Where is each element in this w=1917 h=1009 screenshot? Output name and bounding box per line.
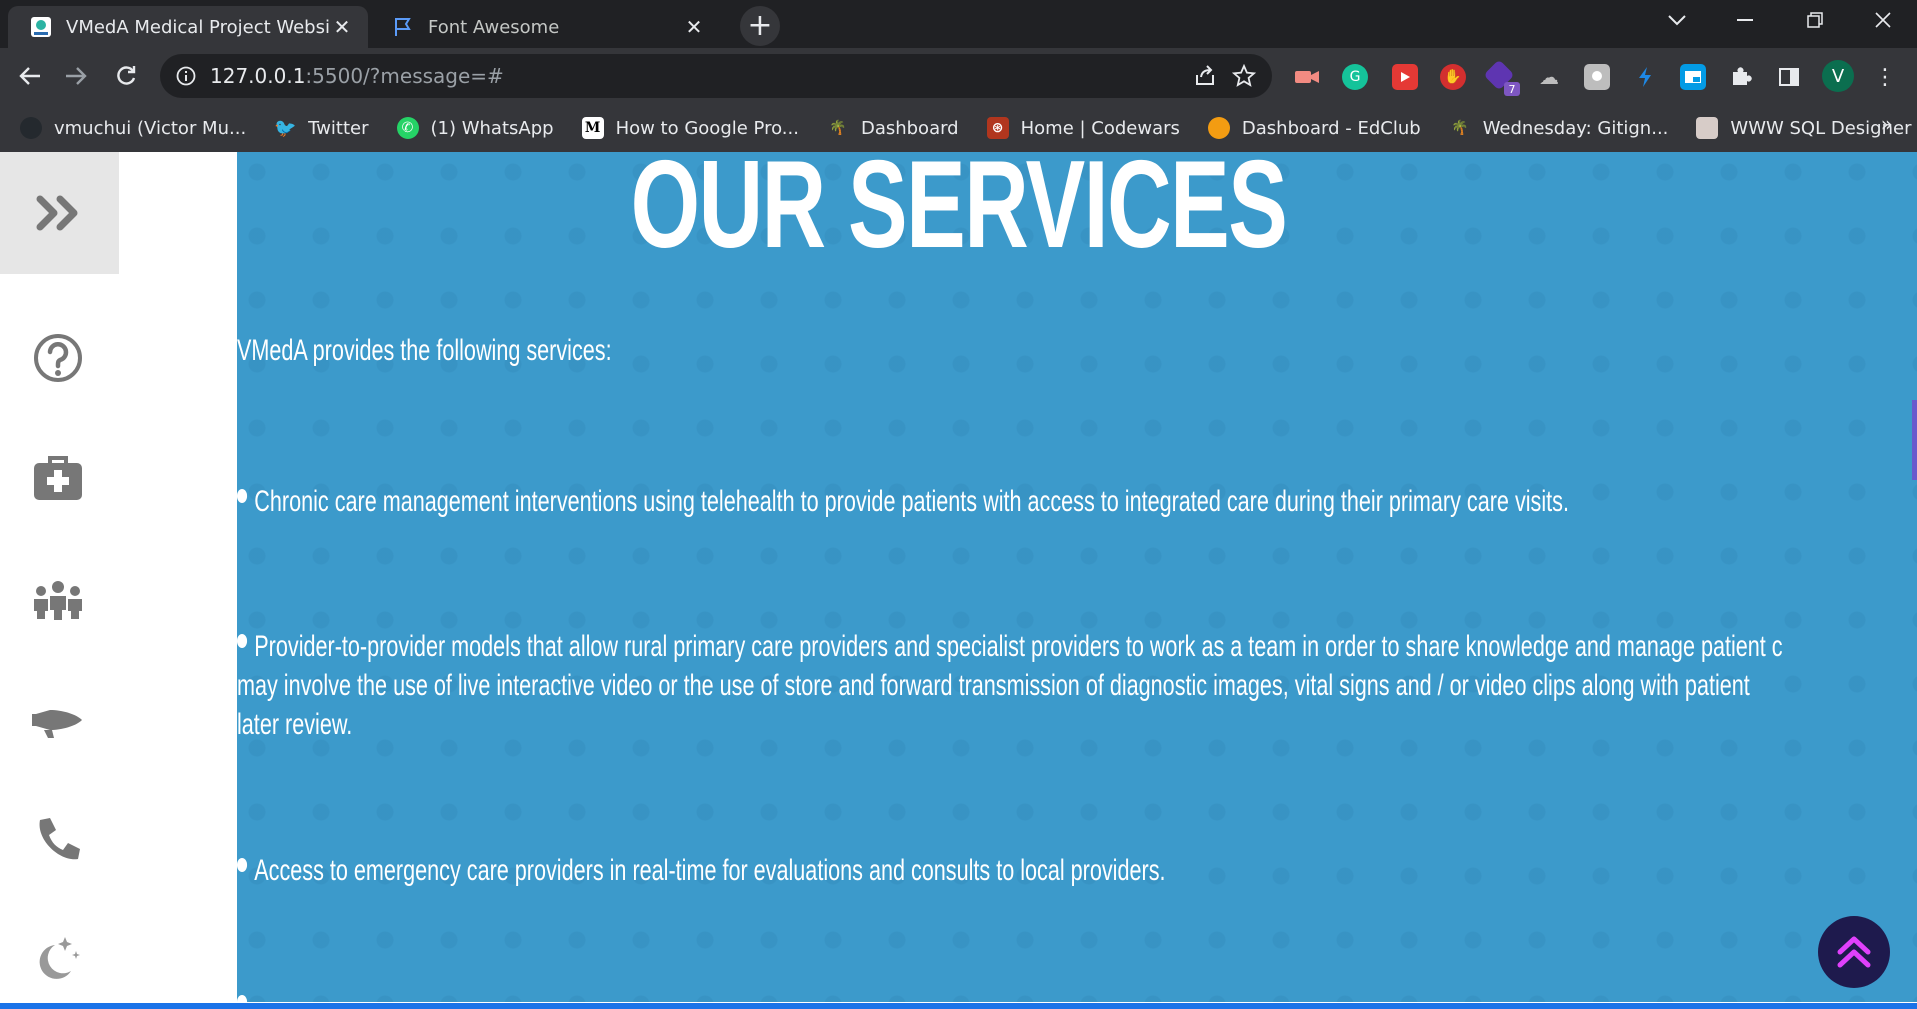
- bookmarks-bar: vmuchui (Victor Mu... 🐦 Twitter ✆ (1) Wh…: [0, 104, 1917, 152]
- question-circle-icon[interactable]: [30, 330, 86, 386]
- moon-stars-icon[interactable]: [30, 930, 86, 986]
- palm-icon: 🌴: [1450, 120, 1469, 136]
- medium-icon: M: [581, 117, 604, 139]
- sidebar: [0, 152, 237, 1009]
- bookmarks-overflow-button[interactable]: »: [1881, 112, 1893, 136]
- list-item: Access to emergency care providers in re…: [237, 851, 1166, 891]
- address-bar[interactable]: 127.0.0.1:5500/?message=#: [160, 54, 1272, 98]
- bookmark-label: Wednesday: Gitign...: [1482, 117, 1669, 139]
- window-close-icon[interactable]: [1858, 0, 1908, 40]
- sql-designer-icon: [1696, 117, 1719, 139]
- bookmark-label: How to Google Pro...: [615, 117, 799, 139]
- page-scrollbar-thumb[interactable]: [1912, 400, 1917, 480]
- service-text: Access to emergency care providers in re…: [254, 854, 1166, 887]
- bookmark-codewars[interactable]: ⊛ Home | Codewars: [986, 117, 1180, 139]
- service-text: Provider-to-provider models that allow r…: [254, 630, 1783, 663]
- ghost-extension-icon[interactable]: [1584, 64, 1610, 90]
- double-chevron-up-icon: [1837, 936, 1871, 968]
- service-text: later review.: [237, 708, 353, 741]
- tab-title: VMedA Medical Project Website: [66, 16, 330, 38]
- users-icon[interactable]: [30, 572, 86, 628]
- megaphone-icon[interactable]: [30, 692, 86, 748]
- tab-title: Font Awesome: [428, 16, 560, 38]
- bullet-icon: [237, 858, 248, 872]
- restore-icon[interactable]: [1790, 0, 1840, 40]
- codewars-icon: ⊛: [986, 117, 1009, 139]
- tab-font-awesome[interactable]: Font Awesome ✕: [370, 6, 720, 48]
- double-chevron-right-icon: [36, 195, 77, 231]
- tab-strip: VMedA Medical Project Website ✕ Font Awe…: [0, 0, 1917, 48]
- list-item-continuation: may involve the use of live interactive …: [237, 666, 1750, 706]
- bookmark-edclub[interactable]: Dashboard - EdClub: [1207, 117, 1421, 139]
- page-title: OUR SERVICES: [630, 152, 1288, 274]
- bookmark-label: Dashboard - EdClub: [1241, 117, 1421, 139]
- bookmark-github[interactable]: vmuchui (Victor Mu...: [20, 117, 246, 139]
- reload-icon[interactable]: [106, 56, 146, 96]
- bookmark-gitignore[interactable]: 🌴 Wednesday: Gitign...: [1449, 117, 1669, 139]
- bookmark-label: (1) WhatsApp: [430, 117, 554, 139]
- vmeda-favicon-icon: [31, 17, 51, 37]
- site-info-icon[interactable]: [176, 66, 196, 86]
- bookmark-whatsapp[interactable]: ✆ (1) WhatsApp: [396, 117, 554, 139]
- adblock-hand-icon[interactable]: ✋: [1440, 64, 1466, 90]
- list-item: Chronic care management interventions us…: [237, 482, 1569, 522]
- minimize-icon[interactable]: [1720, 0, 1770, 40]
- bookmark-label: Dashboard: [860, 117, 959, 139]
- list-item-continuation: later review.: [237, 705, 352, 745]
- edclub-icon: [1207, 117, 1230, 139]
- browser-menu-icon[interactable]: ⋮: [1872, 64, 1898, 90]
- extensions-puzzle-icon[interactable]: [1728, 64, 1754, 90]
- tab-search-chevron-icon[interactable]: [1652, 0, 1702, 40]
- phone-icon[interactable]: [30, 812, 86, 868]
- extension-badge: 7: [1504, 82, 1520, 96]
- close-tab-icon[interactable]: ✕: [682, 15, 706, 39]
- palm-icon: 🌴: [829, 120, 847, 136]
- bookmark-label: Twitter: [308, 117, 369, 139]
- bookmark-dashboard[interactable]: 🌴 Dashboard: [827, 117, 959, 139]
- list-item: Provider-to-provider models that allow r…: [237, 627, 1783, 667]
- forward-arrow-icon[interactable]: [56, 56, 96, 96]
- bullet-icon: [237, 995, 248, 1002]
- tab-vmeda[interactable]: VMedA Medical Project Website ✕: [8, 6, 368, 48]
- service-text: may involve the use of live interactive …: [237, 669, 1750, 702]
- bullet-icon: [237, 634, 248, 648]
- github-icon: [20, 117, 42, 139]
- taskbar-edge: [0, 1003, 1917, 1009]
- back-arrow-icon[interactable]: [10, 56, 50, 96]
- flag-icon: [395, 18, 411, 36]
- medkit-icon[interactable]: [30, 450, 86, 506]
- grammarly-icon[interactable]: G: [1342, 64, 1368, 90]
- scroll-to-top-button[interactable]: [1818, 916, 1890, 988]
- bookmark-label: vmuchui (Victor Mu...: [54, 117, 247, 139]
- bookmark-twitter[interactable]: 🐦 Twitter: [273, 117, 369, 139]
- lightning-extension-icon[interactable]: [1632, 64, 1658, 90]
- close-tab-icon[interactable]: ✕: [330, 15, 354, 39]
- new-tab-button[interactable]: +: [740, 6, 780, 46]
- list-item: [237, 988, 254, 1002]
- url-host: 127.0.0.1: [210, 64, 306, 88]
- window-extension-icon[interactable]: [1680, 64, 1706, 90]
- side-panel-icon[interactable]: [1776, 64, 1802, 90]
- page-viewport: OUR SERVICES VMedA provides the followin…: [0, 152, 1917, 1009]
- bookmark-sql-designer[interactable]: WWW SQL Designer: [1696, 117, 1911, 139]
- service-text: Chronic care management interventions us…: [254, 485, 1569, 518]
- bullet-icon: [237, 489, 248, 503]
- bookmark-medium[interactable]: M How to Google Pro...: [581, 117, 799, 139]
- twitter-icon: 🐦: [273, 117, 297, 139]
- profile-avatar[interactable]: V: [1822, 60, 1854, 92]
- browser-toolbar: 127.0.0.1:5500/?message=# G ✋ 7 ☁ V ⋮: [0, 48, 1917, 104]
- youtube-extension-icon[interactable]: [1392, 64, 1418, 90]
- bookmark-star-icon[interactable]: [1232, 64, 1256, 88]
- recorder-extension-icon[interactable]: [1294, 64, 1320, 90]
- url-path: :5500/?message=#: [305, 64, 504, 88]
- services-intro: VMedA provides the following services:: [237, 334, 612, 367]
- octocat-extension-icon[interactable]: ☁: [1536, 64, 1562, 90]
- bookmark-label: Home | Codewars: [1020, 117, 1180, 139]
- whatsapp-icon: ✆: [396, 117, 419, 139]
- share-icon[interactable]: [1194, 65, 1216, 87]
- sidebar-toggle-button[interactable]: [0, 152, 119, 274]
- services-section: OUR SERVICES VMedA provides the followin…: [237, 152, 1917, 1002]
